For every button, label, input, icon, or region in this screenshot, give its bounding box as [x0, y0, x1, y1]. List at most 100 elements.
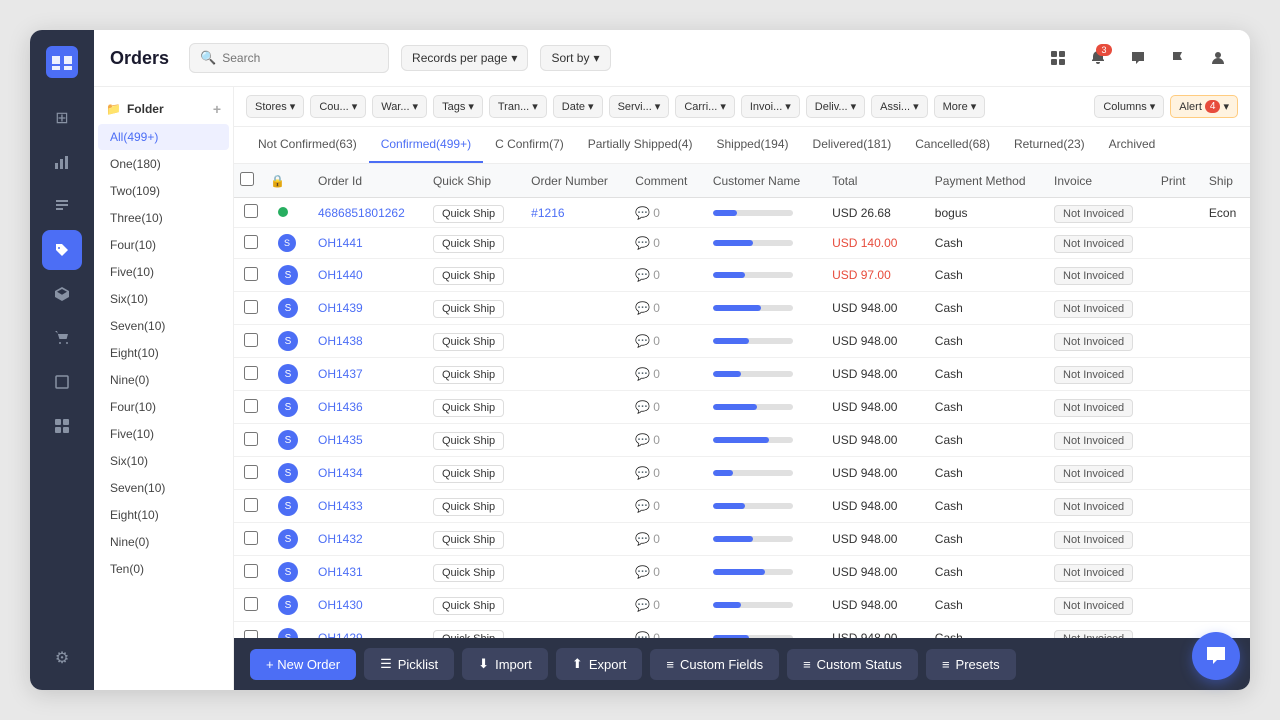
folder-item-five[interactable]: Five(10)	[98, 259, 229, 285]
records-per-page-btn[interactable]: Records per page ▾	[401, 45, 528, 71]
export-button[interactable]: ⬆ Export	[556, 648, 642, 680]
filter-invoice[interactable]: Invoi... ▾	[741, 95, 800, 118]
tab-partially-shipped[interactable]: Partially Shipped(4)	[576, 127, 705, 163]
store-icon: S	[278, 463, 298, 483]
sidebar-item-reports[interactable]	[42, 362, 82, 402]
tab-shipped[interactable]: Shipped(194)	[704, 127, 800, 163]
chevron-down-icon: ▾	[1150, 100, 1156, 113]
folder-item-six[interactable]: Six(10)	[98, 286, 229, 312]
row-invoice[interactable]: Not Invoiced	[1044, 259, 1151, 292]
select-all-checkbox[interactable]	[240, 172, 254, 186]
folder-item-six2[interactable]: Six(10)	[98, 448, 229, 474]
filter-assign[interactable]: Assi... ▾	[871, 95, 927, 118]
filter-delivery[interactable]: Deliv... ▾	[806, 95, 865, 118]
tab-c-confirm[interactable]: C Confirm(7)	[483, 127, 576, 163]
add-folder-icon[interactable]: +	[213, 101, 221, 117]
filter-more[interactable]: More ▾	[934, 95, 986, 118]
select-all-col[interactable]	[234, 164, 268, 198]
filter-stores[interactable]: Stores ▾	[246, 95, 304, 118]
folder-item-nine2[interactable]: Nine(0)	[98, 529, 229, 555]
tab-not-confirmed[interactable]: Not Confirmed(63)	[246, 127, 369, 163]
folder-item-nine[interactable]: Nine(0)	[98, 367, 229, 393]
col-print[interactable]: Print	[1151, 164, 1199, 198]
row-invoice[interactable]: Not Invoiced	[1044, 228, 1151, 259]
folder-item-seven[interactable]: Seven(10)	[98, 313, 229, 339]
filter-carrier[interactable]: Carri... ▾	[675, 95, 735, 118]
sidebar-item-dashboard[interactable]: ⊞	[42, 98, 82, 138]
import-button[interactable]: ⬇ Import	[462, 648, 548, 680]
picklist-button[interactable]: ☰ Picklist	[364, 648, 454, 680]
search-input[interactable]	[222, 51, 362, 65]
tab-cancelled[interactable]: Cancelled(68)	[903, 127, 1002, 163]
notification-btn[interactable]: 3	[1082, 42, 1114, 74]
sidebar-item-analytics[interactable]	[42, 142, 82, 182]
order-id-link[interactable]: 4686851801262	[318, 206, 405, 220]
col-order-number[interactable]: Order Number	[521, 164, 625, 198]
folder-item-ten[interactable]: Ten(0)	[98, 556, 229, 582]
folder-item-two[interactable]: Two(109)	[98, 178, 229, 204]
row-order-number[interactable]: #1216	[521, 198, 625, 228]
row-checkbox[interactable]	[234, 259, 268, 292]
chat-btn[interactable]	[1122, 42, 1154, 74]
row-checkbox[interactable]	[234, 228, 268, 259]
row-order-id[interactable]: 4686851801262	[308, 198, 423, 228]
user-btn[interactable]	[1202, 42, 1234, 74]
col-comment[interactable]: Comment	[625, 164, 703, 198]
filter-tags[interactable]: Tags ▾	[433, 95, 483, 118]
sort-by-btn[interactable]: Sort by ▾	[540, 45, 610, 71]
filter-country[interactable]: Cou... ▾	[310, 95, 366, 118]
chat-bubble[interactable]	[1192, 632, 1240, 680]
sidebar-item-orders[interactable]	[42, 186, 82, 226]
folder-header[interactable]: 📁 Folder +	[94, 95, 233, 123]
row-quick-ship[interactable]: Quick Ship	[423, 259, 521, 292]
tab-confirmed[interactable]: Confirmed(499+)	[369, 127, 483, 163]
col-quick-ship[interactable]: Quick Ship	[423, 164, 521, 198]
tab-archived[interactable]: Archived	[1097, 127, 1168, 163]
store-icon: S	[278, 397, 298, 417]
custom-status-button[interactable]: ≡ Custom Status	[787, 649, 918, 680]
filter-date[interactable]: Date ▾	[553, 95, 603, 118]
sidebar-item-cart[interactable]	[42, 318, 82, 358]
tab-delivered[interactable]: Delivered(181)	[801, 127, 904, 163]
folder-item-seven2[interactable]: Seven(10)	[98, 475, 229, 501]
folder-item-all[interactable]: All(499+)	[98, 124, 229, 150]
filter-service[interactable]: Servi... ▾	[609, 95, 670, 118]
order-id-link[interactable]: OH1441	[318, 236, 363, 250]
col-invoice[interactable]: Invoice	[1044, 164, 1151, 198]
folder-item-four2[interactable]: Four(10)	[98, 394, 229, 420]
lock-icon: 🔒	[270, 174, 285, 188]
tab-returned[interactable]: Returned(23)	[1002, 127, 1097, 163]
row-order-id[interactable]: OH1440	[308, 259, 423, 292]
filter-transaction[interactable]: Tran... ▾	[489, 95, 547, 118]
row-order-id[interactable]: OH1441	[308, 228, 423, 259]
new-order-button[interactable]: + New Order	[250, 649, 356, 680]
folder-item-three[interactable]: Three(10)	[98, 205, 229, 231]
sidebar-item-integrations[interactable]	[42, 406, 82, 446]
col-ship[interactable]: Ship	[1199, 164, 1250, 198]
row-customer-name	[703, 228, 822, 259]
custom-fields-button[interactable]: ≡ Custom Fields	[650, 649, 779, 680]
sidebar-item-tags[interactable]	[42, 230, 82, 270]
folder-item-eight2[interactable]: Eight(10)	[98, 502, 229, 528]
folder-item-five2[interactable]: Five(10)	[98, 421, 229, 447]
flag-btn[interactable]	[1162, 42, 1194, 74]
col-customer-name[interactable]: Customer Name	[703, 164, 822, 198]
filter-warehouse[interactable]: War... ▾	[372, 95, 427, 118]
sidebar-item-settings[interactable]: ⚙	[42, 638, 82, 678]
row-invoice[interactable]: Not Invoiced	[1044, 198, 1151, 228]
col-total[interactable]: Total	[822, 164, 925, 198]
row-quick-ship[interactable]: Quick Ship	[423, 228, 521, 259]
alert-btn[interactable]: Alert 4 ▾	[1170, 95, 1238, 118]
columns-btn[interactable]: Columns ▾	[1094, 95, 1164, 118]
grid-view-btn[interactable]	[1042, 42, 1074, 74]
folder-item-eight[interactable]: Eight(10)	[98, 340, 229, 366]
col-order-id[interactable]: Order Id	[308, 164, 423, 198]
sidebar-item-products[interactable]	[42, 274, 82, 314]
presets-button[interactable]: ≡ Presets	[926, 649, 1016, 680]
row-quick-ship[interactable]: Quick Ship	[423, 198, 521, 228]
search-box[interactable]: 🔍	[189, 43, 389, 73]
col-payment-method[interactable]: Payment Method	[925, 164, 1044, 198]
folder-item-one[interactable]: One(180)	[98, 151, 229, 177]
row-checkbox[interactable]	[234, 198, 268, 228]
folder-item-four[interactable]: Four(10)	[98, 232, 229, 258]
